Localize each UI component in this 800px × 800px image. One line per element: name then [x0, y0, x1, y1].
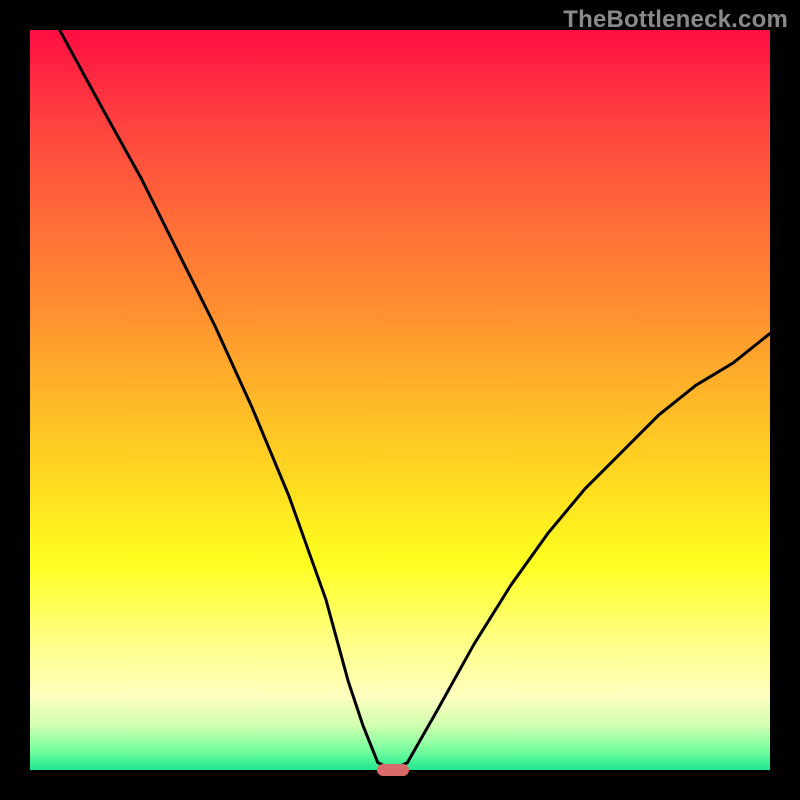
- bottleneck-curve: [30, 30, 770, 770]
- minimum-marker: [377, 764, 409, 776]
- plot-area: [30, 30, 770, 770]
- watermark-text: TheBottleneck.com: [563, 6, 788, 34]
- chart-frame: TheBottleneck.com: [0, 0, 800, 800]
